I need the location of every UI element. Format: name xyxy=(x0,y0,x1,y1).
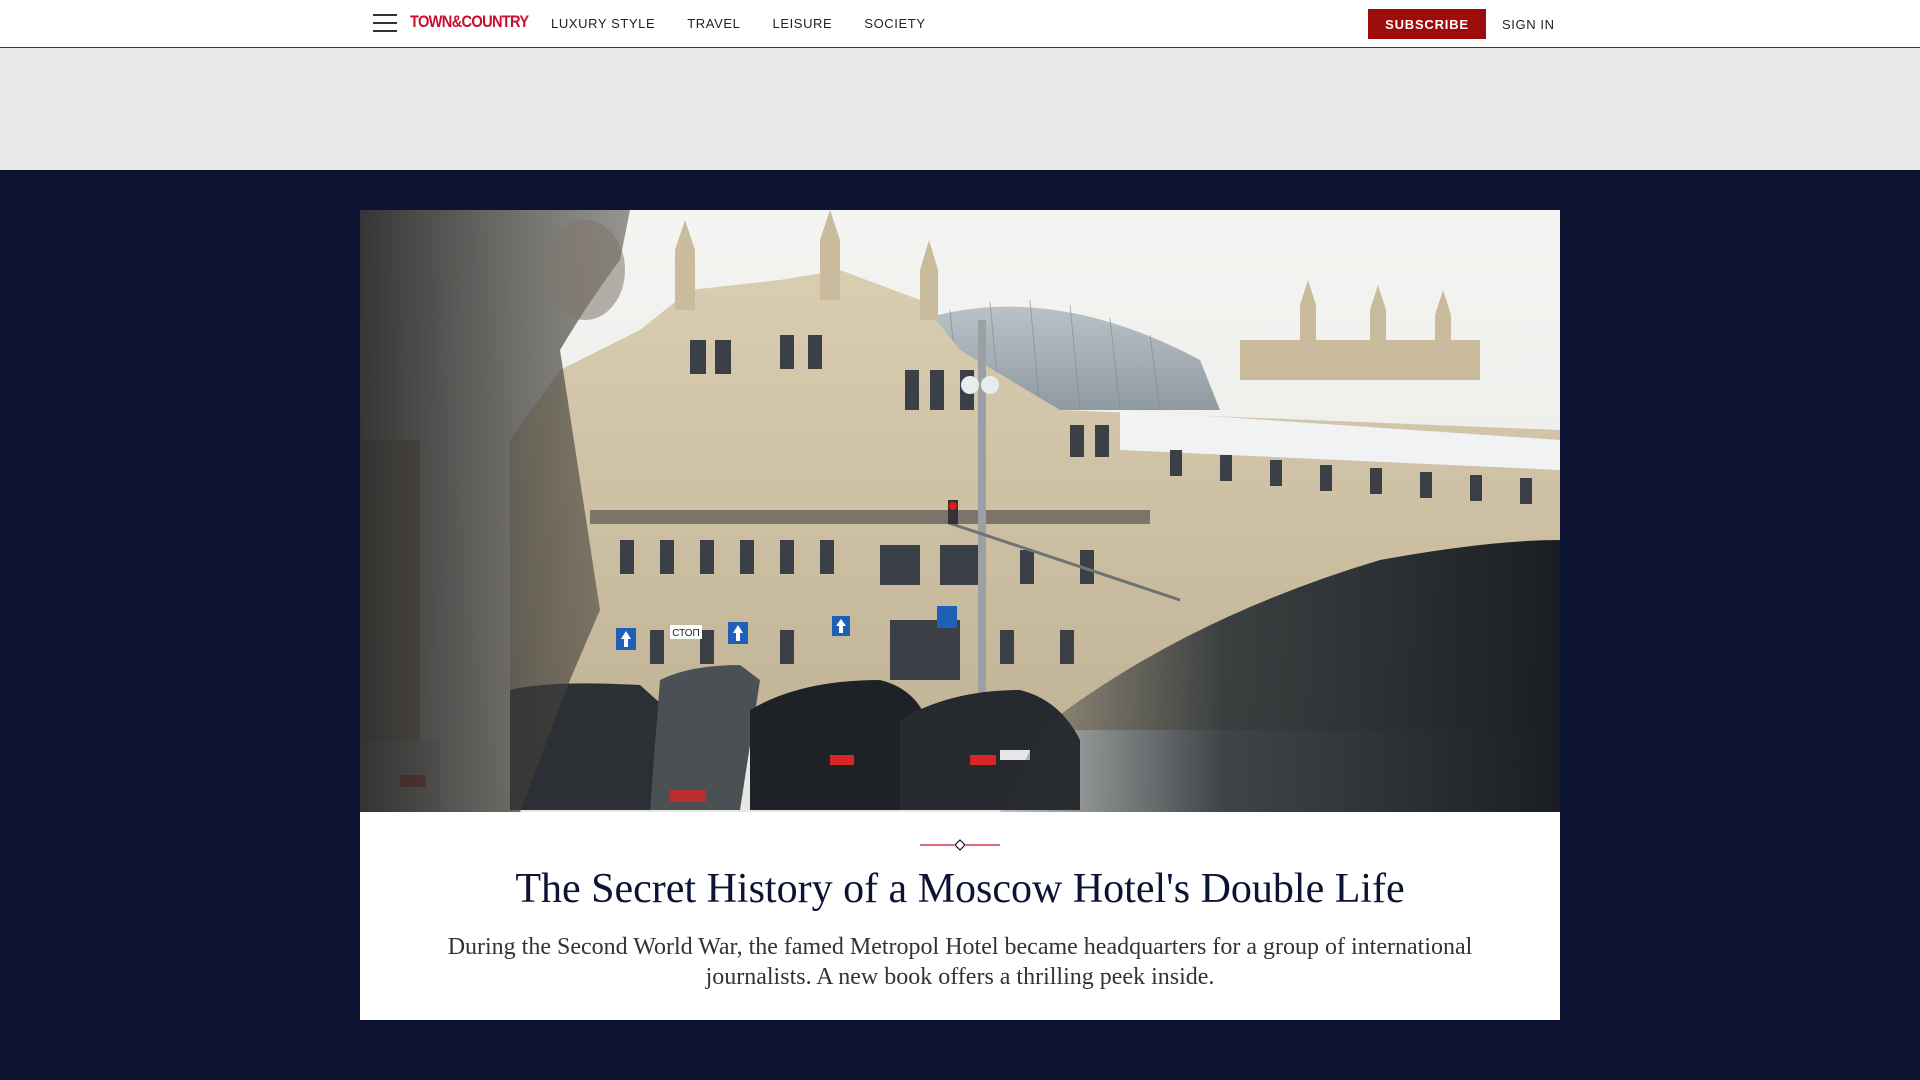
nav-link-society[interactable]: SOCIETY xyxy=(864,16,925,31)
ornament-divider-icon xyxy=(920,839,1000,851)
top-navigation-bar: TOWN&COUNTRY LUXURY STYLE TRAVEL LEISURE… xyxy=(0,0,1920,48)
subscribe-button[interactable]: SUBSCRIBE xyxy=(1368,9,1486,39)
ad-slot xyxy=(0,48,1920,170)
nav-link-travel[interactable]: TRAVEL xyxy=(687,16,740,31)
article-headline-card[interactable]: The Secret History of a Moscow Hotel's D… xyxy=(360,812,1560,1020)
article-headline[interactable]: The Secret History of a Moscow Hotel's D… xyxy=(360,864,1560,914)
hamburger-menu-icon[interactable] xyxy=(373,12,397,34)
primary-nav: LUXURY STYLE TRAVEL LEISURE SOCIETY xyxy=(551,16,958,31)
hotel-street-photo: СТОП xyxy=(360,210,1560,812)
article-dek: During the Second World War, the famed M… xyxy=(447,934,1473,990)
hero-image[interactable]: СТОП xyxy=(360,210,1560,812)
stop-sign-text: СТОП xyxy=(672,628,700,639)
site-logo[interactable]: TOWN&COUNTRY xyxy=(410,12,529,32)
sign-in-link[interactable]: SIGN IN xyxy=(1502,17,1555,32)
nav-link-luxury-style[interactable]: LUXURY STYLE xyxy=(551,16,655,31)
nav-link-leisure[interactable]: LEISURE xyxy=(772,16,832,31)
